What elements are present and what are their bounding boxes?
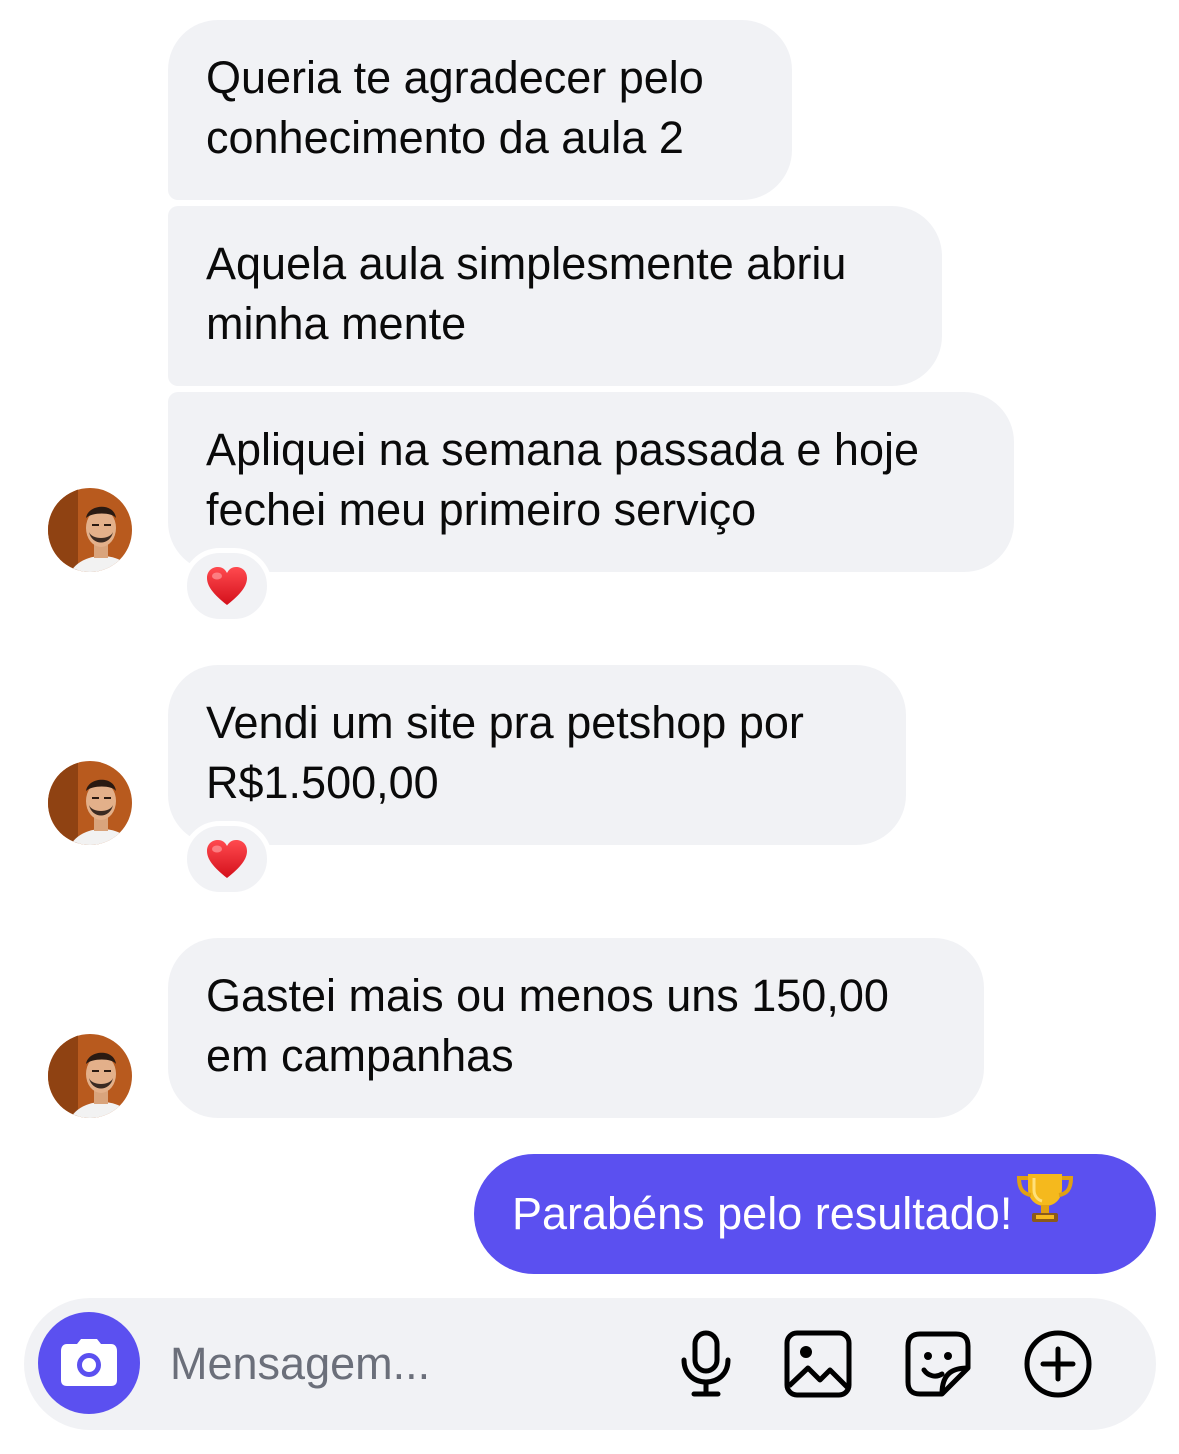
camera-button[interactable]	[38, 1312, 140, 1414]
add-button[interactable]	[1022, 1328, 1094, 1400]
received-message[interactable]: Vendi um site pra petshop por R$1.500,00	[168, 665, 906, 845]
sticker-button[interactable]	[902, 1328, 974, 1400]
message-composer: Mensagem...	[24, 1298, 1156, 1430]
heart-reaction[interactable]	[182, 821, 272, 897]
heart-icon	[207, 840, 247, 878]
avatar[interactable]	[48, 488, 132, 572]
microphone-button[interactable]	[670, 1328, 742, 1400]
received-message[interactable]: Queria te agradecer pelo conhecimento da…	[168, 20, 792, 200]
chat-thread: Queria te agradecer pelo conhecimento da…	[0, 0, 1179, 1454]
gallery-icon	[784, 1330, 852, 1398]
received-message[interactable]: Gastei mais ou menos uns 150,00 em campa…	[168, 938, 984, 1118]
trophy-icon	[1014, 1153, 1076, 1273]
heart-icon	[207, 567, 247, 605]
avatar[interactable]	[48, 761, 132, 845]
avatar[interactable]	[48, 1034, 132, 1118]
plus-circle-icon	[1024, 1330, 1092, 1398]
camera-icon	[61, 1339, 117, 1386]
sent-message-text: Parabéns pelo resultado!	[512, 1188, 1013, 1239]
message-input[interactable]: Mensagem...	[170, 1298, 430, 1430]
gallery-button[interactable]	[782, 1328, 854, 1400]
received-message[interactable]: Apliquei na semana passada e hoje fechei…	[168, 392, 1014, 572]
received-message[interactable]: Aquela aula simplesmente abriu minha men…	[168, 206, 942, 386]
heart-reaction[interactable]	[182, 548, 272, 624]
microphone-icon	[681, 1330, 731, 1397]
sent-message[interactable]: Parabéns pelo resultado!	[474, 1154, 1156, 1274]
sticker-icon	[905, 1331, 971, 1397]
